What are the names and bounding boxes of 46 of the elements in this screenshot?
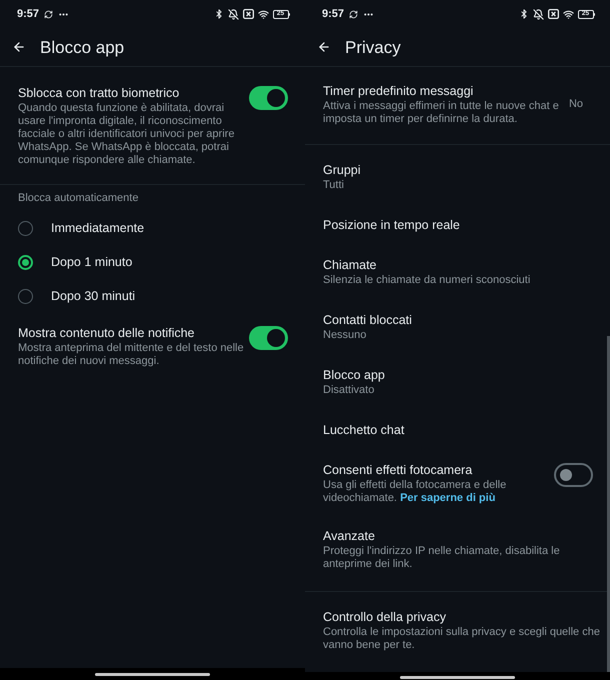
setting-title: Consenti effetti fotocamera bbox=[323, 462, 474, 479]
bell-off-icon bbox=[228, 8, 238, 20]
sync-icon bbox=[349, 10, 358, 18]
setting-description: Disattivato bbox=[323, 384, 374, 397]
bluetooth-icon bbox=[214, 9, 224, 19]
setting-value: No bbox=[568, 96, 583, 112]
section-header: Blocca automaticamente bbox=[17, 191, 140, 205]
setting-title[interactable]: Contatti bloccati bbox=[323, 312, 412, 329]
learn-more-link[interactable]: Per saperne di più bbox=[400, 492, 496, 504]
status-time: 9:57 bbox=[322, 8, 344, 20]
setting-title: Mostra contenuto delle notifiche bbox=[18, 325, 196, 342]
wifi-icon bbox=[562, 8, 574, 20]
radio-option[interactable]: Dopo 30 minuti bbox=[0, 280, 305, 314]
status-time: 9:57 bbox=[17, 8, 40, 20]
screen-title: Blocco app bbox=[40, 38, 124, 56]
setting-title: Sblocca con tratto biometrico bbox=[18, 84, 180, 102]
sync-icon bbox=[44, 10, 54, 18]
setting-title[interactable]: Posizione in tempo reale bbox=[323, 217, 460, 234]
toggle-switch[interactable] bbox=[554, 463, 593, 487]
setting-title[interactable]: Blocco app bbox=[323, 367, 385, 384]
toggle-switch[interactable] bbox=[249, 86, 288, 110]
screen-title: Privacy bbox=[345, 38, 401, 56]
crossed-box-icon bbox=[242, 9, 254, 19]
radio-option[interactable]: Dopo 1 minuto bbox=[0, 246, 305, 280]
home-indicator[interactable] bbox=[95, 672, 210, 676]
setting-title[interactable]: Gruppi bbox=[323, 162, 361, 179]
setting-description: Nessuno bbox=[323, 329, 366, 342]
bell-off-icon bbox=[532, 8, 544, 20]
radio-option[interactable]: Immediatamente bbox=[0, 212, 305, 246]
crossed-box-icon bbox=[548, 9, 558, 19]
setting-description: Proteggi l'indirizzo IP nelle chiamate, disabilita le anteprime dei link. bbox=[323, 545, 561, 571]
setting-description: Tutti bbox=[323, 179, 344, 192]
setting-title[interactable]: Avanzate bbox=[323, 528, 375, 545]
setting-description: Attiva i messaggi effimeri in tutte le nuove chat e imposta un timer per definirne la durata. bbox=[323, 100, 559, 126]
setting-title[interactable]: Timer predefinito messaggi bbox=[323, 82, 559, 100]
setting-description: Usa gli effetti della fotocamera e delle videochiamate. Per saperne di più bbox=[323, 479, 508, 505]
setting-description: Mostra anteprima del mittente e del testo nelle notifiche dei nuovi messaggi. bbox=[18, 342, 245, 368]
setting-title[interactable]: Lucchetto chat bbox=[323, 422, 404, 439]
toggle-switch[interactable] bbox=[249, 326, 288, 350]
setting-description: Quando questa funzione è abilitata, dovrai usare l'impronta digitale, il riconoscimento facciale o altri identificatori univoci per aprire WhatsApp. Se WhatsApp è bloccata, potrai comunque rispondere alle chiamate. bbox=[18, 102, 236, 166]
setting-title[interactable]: Chiamate bbox=[323, 257, 376, 274]
setting-description: Silenzia le chiamate da numeri sconosciuti bbox=[323, 274, 530, 287]
setting-description: Controlla le impostazioni sulla privacy e scegli quelle che vanno bene per te. bbox=[323, 626, 601, 652]
setting-title[interactable]: Controllo della privacy bbox=[323, 609, 446, 626]
wifi-icon bbox=[258, 8, 268, 20]
bluetooth-icon bbox=[518, 9, 528, 19]
